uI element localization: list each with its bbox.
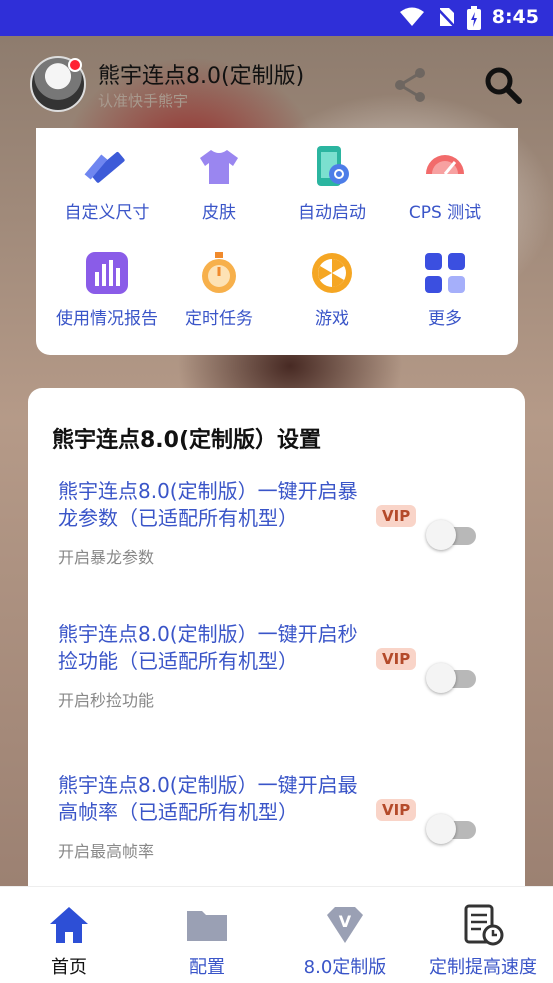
toggle-knob — [426, 814, 456, 844]
grid-item-scheduled-task[interactable]: 定时任务 — [164, 250, 274, 329]
svg-text:V: V — [339, 912, 352, 931]
grid-item-skin[interactable]: 皮肤 — [164, 144, 274, 223]
settings-title: 熊宇连点8.0(定制版）设置 — [52, 428, 322, 453]
toggle-knob — [426, 520, 456, 550]
setting-title: 熊宇连点8.0(定制版）一键开启暴龙参数（已适配所有机型） — [58, 479, 358, 530]
grid-item-cps-test[interactable]: CPS 测试 — [390, 144, 500, 223]
grid-item-label: 自定义尺寸 — [64, 203, 150, 223]
no-sim-icon — [436, 7, 456, 28]
wheel-icon — [312, 253, 352, 293]
grid-item-label: 更多 — [428, 309, 462, 329]
bar-chart-icon — [86, 252, 128, 294]
vip-badge: VIP — [376, 505, 417, 527]
tshirt-icon — [200, 150, 238, 184]
feature-grid: 自定义尺寸 皮肤 自动启动 CPS 测试 使用情况报告 定时任务 游戏 更多 — [36, 128, 518, 355]
vip-badge: VIP — [376, 648, 417, 670]
stopwatch-icon — [202, 252, 236, 293]
share-icon[interactable] — [390, 64, 432, 106]
toggle-knob — [426, 663, 456, 693]
search-icon[interactable] — [482, 64, 524, 106]
phone-link-icon — [317, 146, 349, 186]
avatar[interactable] — [30, 56, 86, 112]
setting-title: 熊宇连点8.0(定制版）一键开启最高帧率（已适配所有机型） — [58, 773, 358, 824]
grid-item-auto-start[interactable]: 自动启动 — [277, 144, 387, 223]
battery-icon — [467, 6, 481, 30]
grid-item-more[interactable]: 更多 — [390, 250, 500, 329]
grid-item-label: CPS 测试 — [408, 203, 482, 223]
toggle-switch[interactable] — [426, 520, 476, 550]
speedometer-icon — [426, 155, 464, 175]
grid-item-label: 皮肤 — [202, 203, 236, 223]
nav-item-custom-edition[interactable]: V 8.0定制版 — [276, 903, 414, 979]
apps-grid-icon — [425, 253, 465, 293]
ruler-pencil-icon — [84, 152, 125, 183]
toggle-switch[interactable] — [426, 814, 476, 844]
vip-badge: VIP — [376, 799, 417, 821]
nav-item-config[interactable]: 配置 — [138, 903, 276, 979]
document-clock-icon — [464, 904, 504, 946]
wifi-icon — [400, 7, 424, 26]
folder-icon — [187, 911, 227, 941]
nav-item-home[interactable]: 首页 — [0, 903, 138, 979]
clock: 8:45 — [491, 6, 539, 28]
nav-label: 首页 — [51, 957, 87, 978]
nav-label: 8.0定制版 — [303, 957, 387, 978]
grid-item-label: 自动启动 — [298, 203, 366, 223]
app-subtitle: 认准快手熊宇 — [98, 92, 189, 110]
grid-item-game[interactable]: 游戏 — [277, 250, 387, 329]
setting-title: 熊宇连点8.0(定制版）一键开启秒捡功能（已适配所有机型） — [58, 622, 358, 673]
grid-item-label: 定时任务 — [185, 309, 253, 329]
nav-item-speed-up[interactable]: 定制提高速度 — [414, 903, 552, 979]
status-bar: 8:45 — [0, 0, 553, 36]
grid-item-custom-size[interactable]: 自定义尺寸 — [52, 144, 162, 223]
settings-card: 熊宇连点8.0(定制版）设置 熊宇连点8.0(定制版）一键开启暴龙参数（已适配所… — [28, 388, 525, 908]
app-title: 熊宇连点8.0(定制版) — [98, 64, 305, 89]
bottom-nav: 首页 配置 V 8.0定制版 定制提高速度 — [0, 886, 553, 983]
notification-dot — [68, 58, 82, 72]
nav-label: 定制提高速度 — [429, 957, 537, 978]
grid-item-label: 游戏 — [315, 309, 349, 329]
nav-label: 配置 — [189, 957, 225, 978]
grid-item-label: 使用情况报告 — [56, 309, 158, 329]
app-bar: 熊宇连点8.0(定制版) 认准快手熊宇 — [0, 50, 553, 120]
grid-item-usage-report[interactable]: 使用情况报告 — [52, 250, 162, 329]
home-icon — [50, 907, 88, 943]
v-diamond-icon: V — [327, 907, 363, 943]
toggle-switch[interactable] — [426, 663, 476, 693]
